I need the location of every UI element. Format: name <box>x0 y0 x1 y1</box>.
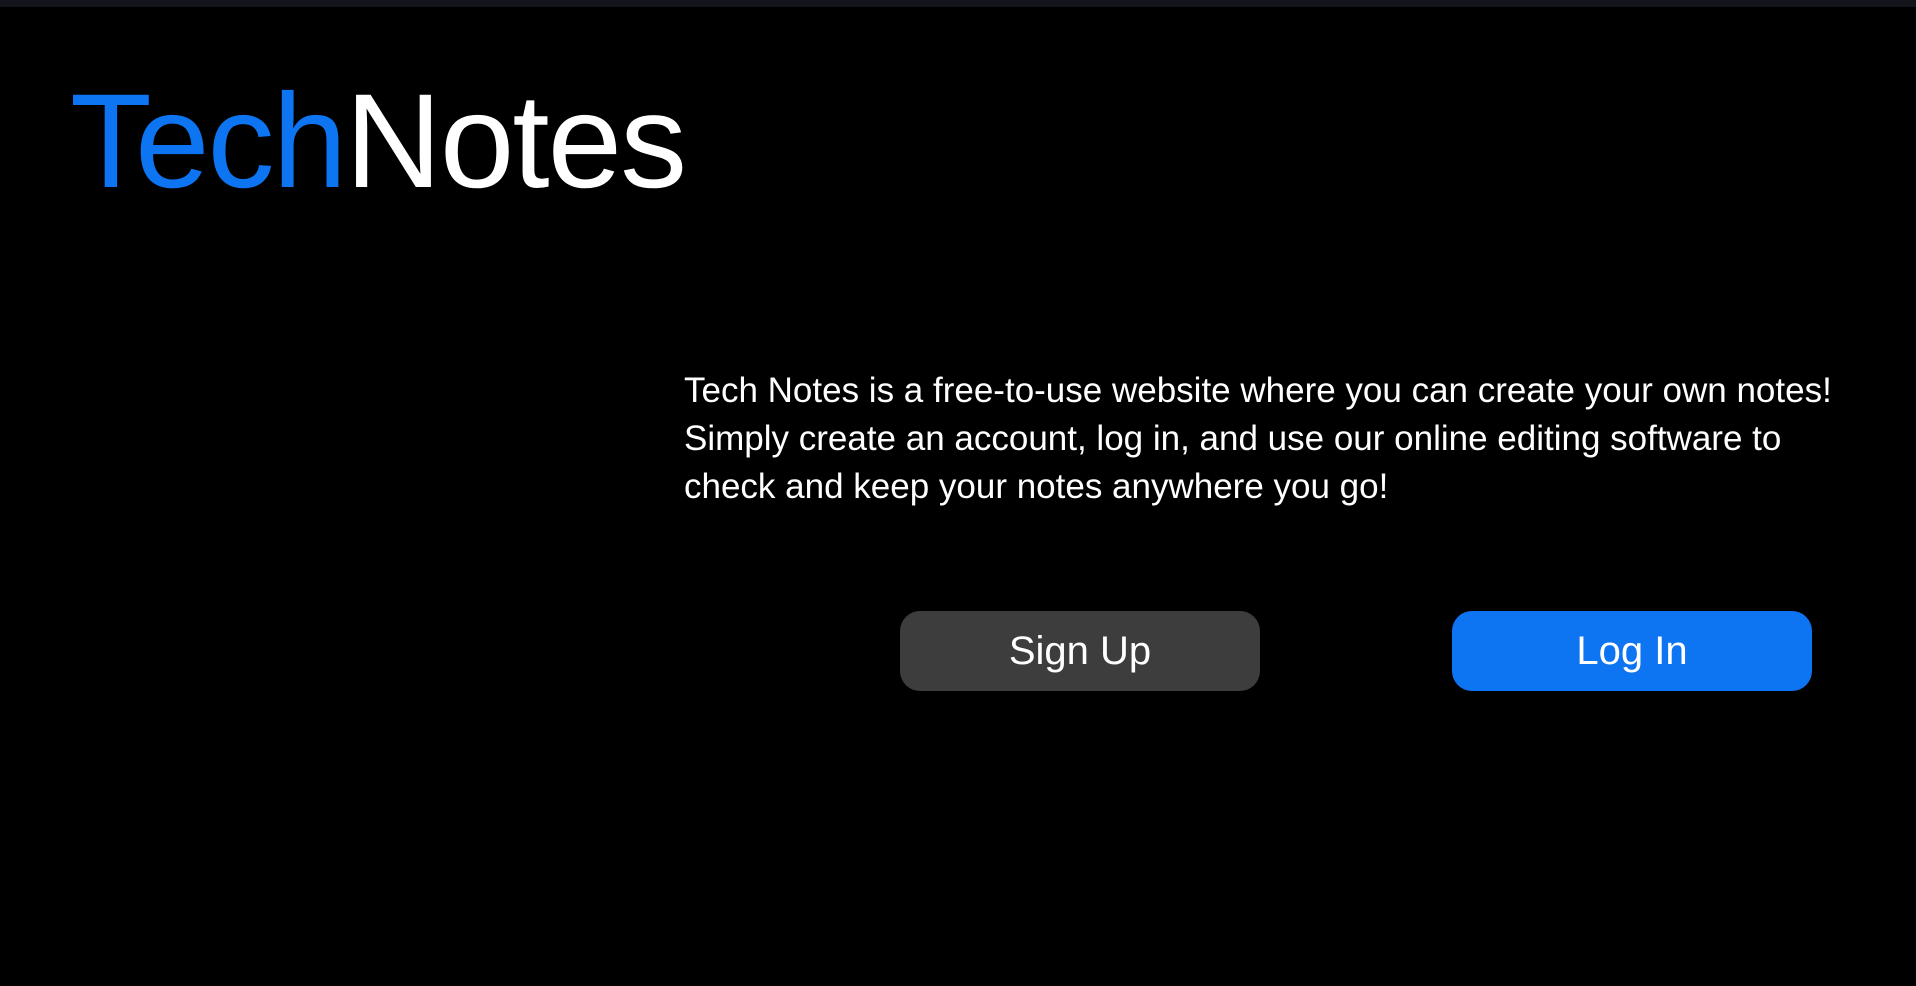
site-logo: TechNotes <box>70 67 687 216</box>
intro-line-1: Tech Notes is a free-to-use website wher… <box>684 371 1832 410</box>
logo-notes-text: Notes <box>345 67 687 216</box>
intro-line-3: check and keep your notes anywhere you g… <box>684 467 1389 506</box>
intro-line-2: Simply create an account, log in, and us… <box>684 419 1782 458</box>
intro-paragraph: Tech Notes is a free-to-use website wher… <box>684 367 1884 511</box>
logo-tech-text: Tech <box>70 67 347 216</box>
log-in-button[interactable]: Log In <box>1452 611 1812 691</box>
window-top-strip <box>0 0 1916 7</box>
sign-up-button[interactable]: Sign Up <box>900 611 1260 691</box>
